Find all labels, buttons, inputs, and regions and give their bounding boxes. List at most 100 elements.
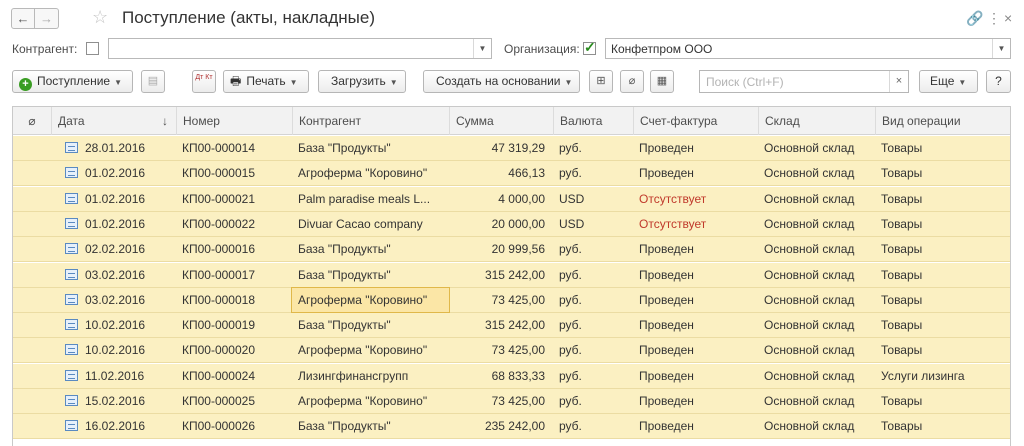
cell-date[interactable]: 01.02.2016 bbox=[51, 187, 176, 211]
cell-sum[interactable]: 20 000,00 bbox=[449, 212, 553, 236]
column-header-date[interactable]: Дата ↓ bbox=[51, 107, 176, 135]
clear-icon[interactable]: × bbox=[889, 71, 908, 92]
cell-counterparty[interactable]: Агроферма "Коровино" bbox=[292, 161, 449, 185]
search-input[interactable]: Поиск (Ctrl+F) × bbox=[699, 70, 909, 93]
table-row[interactable]: 10.02.2016 КП00-000019 База "Продукты" 315 … bbox=[13, 313, 1010, 339]
cell-number[interactable]: КП00-000016 bbox=[176, 237, 292, 261]
cell-number[interactable]: КП00-000014 bbox=[176, 136, 292, 160]
cell-warehouse[interactable]: Основной склад bbox=[758, 136, 875, 160]
cell-invoice[interactable]: Проведен bbox=[633, 364, 758, 388]
favorite-star-icon[interactable]: ☆ bbox=[92, 7, 108, 27]
cell-sum[interactable]: 315 242,00 bbox=[449, 313, 553, 337]
cell-warehouse[interactable]: Основной склад bbox=[758, 161, 875, 185]
cell-counterparty[interactable]: База "Продукты" bbox=[292, 414, 449, 438]
cell-number[interactable]: КП00-000018 bbox=[176, 288, 292, 312]
cell-date[interactable]: 15.02.2016 bbox=[51, 389, 176, 413]
cell-warehouse[interactable]: Основной склад bbox=[758, 313, 875, 337]
cell-operation[interactable]: Товары bbox=[875, 389, 1010, 413]
cell-counterparty[interactable]: Агроферма "Коровино" bbox=[292, 389, 449, 413]
cell-currency[interactable]: руб. bbox=[553, 237, 633, 261]
cell-currency[interactable]: руб. bbox=[553, 136, 633, 160]
attachment-column-icon[interactable]: ⌀ bbox=[13, 107, 51, 135]
cell-currency[interactable]: руб. bbox=[553, 364, 633, 388]
counterparty-field[interactable]: ▼ bbox=[108, 38, 492, 59]
print-button[interactable]: 🖶 Печать ▼ bbox=[223, 70, 309, 93]
cell-warehouse[interactable]: Основной склад bbox=[758, 288, 875, 312]
cell-currency[interactable]: руб. bbox=[553, 338, 633, 362]
cell-invoice[interactable]: Проведен bbox=[633, 263, 758, 287]
link-icon[interactable]: 🔗 bbox=[966, 9, 983, 27]
cell-date[interactable]: 01.02.2016 bbox=[51, 161, 176, 185]
cell-invoice[interactable]: Проведен bbox=[633, 136, 758, 160]
column-header-operation[interactable]: Вид операции bbox=[875, 107, 1010, 135]
documents-table[interactable]: ⌀ Дата ↓ Номер Контрагент Сумма Валюта С… bbox=[12, 106, 1011, 446]
forward-button[interactable]: → bbox=[35, 8, 59, 29]
cell-sum[interactable]: 4 000,00 bbox=[449, 187, 553, 211]
cell-sum[interactable]: 315 242,00 bbox=[449, 263, 553, 287]
cell-invoice[interactable]: Отсутствует bbox=[633, 212, 758, 236]
column-header-invoice[interactable]: Счет-фактура bbox=[633, 107, 758, 135]
cell-currency[interactable]: руб. bbox=[553, 288, 633, 312]
cell-warehouse[interactable]: Основной склад bbox=[758, 212, 875, 236]
create-based-on-button[interactable]: Создать на основании ▼ bbox=[423, 70, 580, 93]
cell-operation[interactable]: Товары bbox=[875, 313, 1010, 337]
cell-operation[interactable]: Товары bbox=[875, 338, 1010, 362]
column-header-currency[interactable]: Валюта bbox=[553, 107, 633, 135]
back-button[interactable]: ← bbox=[11, 8, 35, 29]
cell-operation[interactable]: Товары bbox=[875, 288, 1010, 312]
cell-operation[interactable]: Товары bbox=[875, 237, 1010, 261]
cell-date[interactable]: 03.02.2016 bbox=[51, 263, 176, 287]
close-icon[interactable]: × bbox=[1004, 9, 1012, 27]
table-row[interactable]: 03.02.2016 КП00-000018 Агроферма "Коровино… bbox=[13, 286, 1010, 313]
cell-currency[interactable]: USD bbox=[553, 212, 633, 236]
structure-icon[interactable]: ⊞ bbox=[589, 70, 613, 93]
cell-warehouse[interactable]: Основной склад bbox=[758, 338, 875, 362]
cell-warehouse[interactable]: Основной склад bbox=[758, 364, 875, 388]
cell-operation[interactable]: Товары bbox=[875, 136, 1010, 160]
cell-invoice[interactable]: Проведен bbox=[633, 414, 758, 438]
document-icon[interactable]: ▦ bbox=[650, 70, 674, 93]
cell-counterparty[interactable]: Лизингфинансгрупп bbox=[292, 364, 449, 388]
counterparty-checkbox[interactable] bbox=[86, 42, 99, 55]
cell-invoice[interactable]: Проведен bbox=[633, 288, 758, 312]
column-header-number[interactable]: Номер bbox=[176, 107, 292, 135]
load-button[interactable]: Загрузить ▼ bbox=[318, 70, 406, 93]
cell-date[interactable]: 02.02.2016 bbox=[51, 237, 176, 261]
cell-operation[interactable]: Товары bbox=[875, 414, 1010, 438]
cell-invoice[interactable]: Проведен bbox=[633, 389, 758, 413]
cell-operation[interactable]: Услуги лизинга bbox=[875, 364, 1010, 388]
cell-currency[interactable]: руб. bbox=[553, 313, 633, 337]
cell-currency[interactable]: USD bbox=[553, 187, 633, 211]
chevron-down-icon[interactable]: ▼ bbox=[473, 39, 491, 58]
cell-sum[interactable]: 20 999,56 bbox=[449, 237, 553, 261]
table-row[interactable]: 16.02.2016 КП00-000026 База "Продукты" 235 … bbox=[13, 414, 1010, 440]
cell-counterparty[interactable]: База "Продукты" bbox=[292, 313, 449, 337]
cell-number[interactable]: КП00-000026 bbox=[176, 414, 292, 438]
cell-number[interactable]: КП00-000017 bbox=[176, 263, 292, 287]
more-icon[interactable]: ⋮ bbox=[987, 9, 1001, 27]
cell-sum[interactable]: 68 833,33 bbox=[449, 364, 553, 388]
cell-counterparty[interactable]: База "Продукты" bbox=[292, 263, 449, 287]
cell-date[interactable]: 11.02.2016 bbox=[51, 364, 176, 388]
cell-sum[interactable]: 73 425,00 bbox=[449, 389, 553, 413]
organization-field[interactable]: Конфетпром ООО ▼ bbox=[605, 38, 1011, 59]
cell-number[interactable]: КП00-000025 bbox=[176, 389, 292, 413]
cell-counterparty[interactable]: База "Продукты" bbox=[292, 237, 449, 261]
table-row[interactable]: 10.02.2016 КП00-000020 Агроферма "Коровино… bbox=[13, 338, 1010, 364]
column-header-warehouse[interactable]: Склад bbox=[758, 107, 875, 135]
cell-counterparty[interactable]: Агроферма "Коровино" bbox=[291, 286, 450, 313]
cell-number[interactable]: КП00-000019 bbox=[176, 313, 292, 337]
help-button[interactable]: ? bbox=[986, 70, 1011, 93]
column-header-counterparty[interactable]: Контрагент bbox=[292, 107, 449, 135]
cell-invoice[interactable]: Проведен bbox=[633, 237, 758, 261]
cell-currency[interactable]: руб. bbox=[553, 263, 633, 287]
cell-sum[interactable]: 47 319,29 bbox=[449, 136, 553, 160]
cell-currency[interactable]: руб. bbox=[553, 161, 633, 185]
cell-invoice[interactable]: Проведен bbox=[633, 338, 758, 362]
cell-warehouse[interactable]: Основной склад bbox=[758, 263, 875, 287]
more-button[interactable]: Еще ▼ bbox=[919, 70, 978, 93]
cell-currency[interactable]: руб. bbox=[553, 389, 633, 413]
copy-icon[interactable]: ▤ bbox=[141, 70, 165, 93]
cell-invoice[interactable]: Проведен bbox=[633, 161, 758, 185]
table-row[interactable]: 01.02.2016 КП00-000015 Агроферма "Коровино… bbox=[13, 161, 1010, 187]
